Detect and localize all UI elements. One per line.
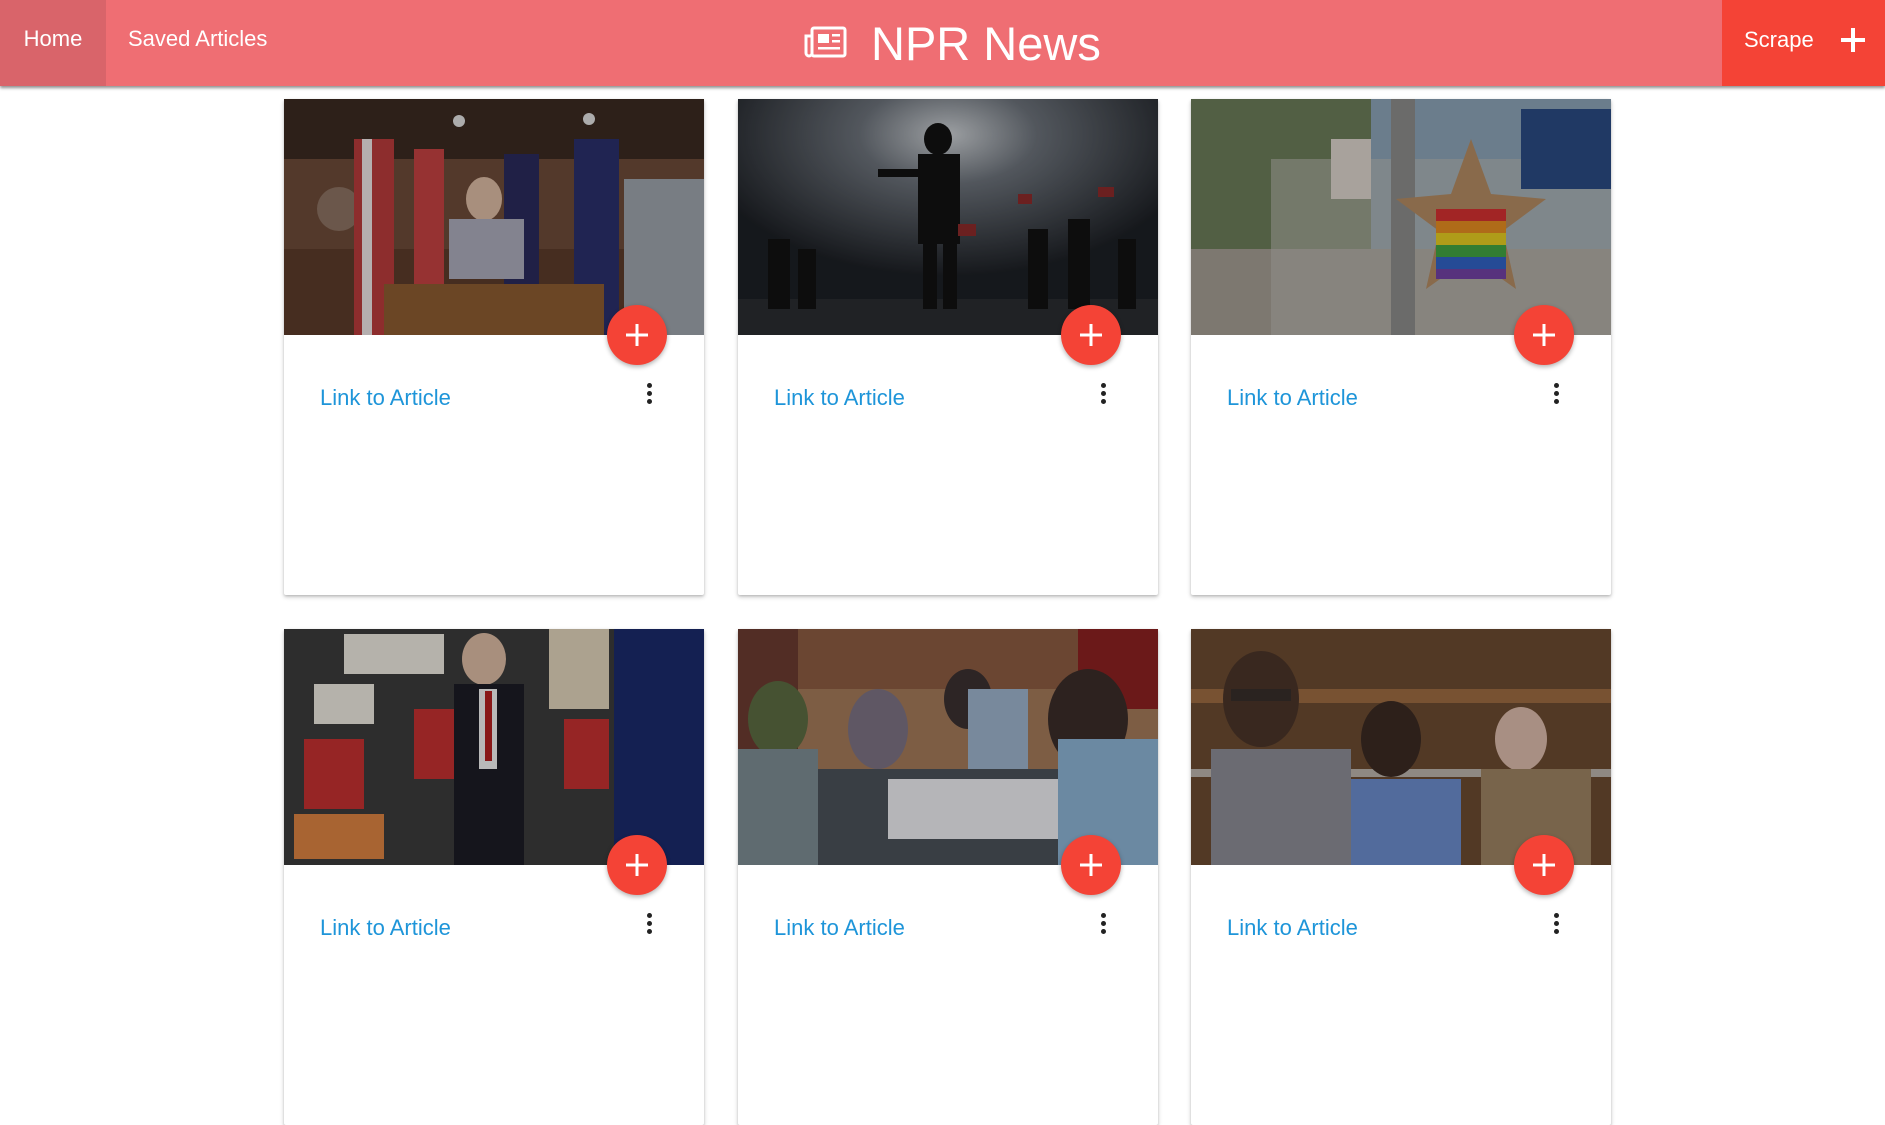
image-shade bbox=[1191, 629, 1611, 865]
newspaper-icon bbox=[804, 26, 847, 58]
article-image bbox=[1191, 99, 1611, 335]
save-article-button[interactable] bbox=[1514, 305, 1574, 365]
card-content: Link to Article bbox=[284, 865, 704, 1125]
more-vert-icon[interactable] bbox=[1551, 383, 1561, 409]
article-image bbox=[738, 629, 1158, 865]
image-shade bbox=[738, 99, 1158, 335]
image-shade bbox=[284, 629, 704, 865]
article-card: Link to Article bbox=[1191, 629, 1611, 1125]
save-article-button[interactable] bbox=[1514, 835, 1574, 895]
plus-icon bbox=[1533, 854, 1555, 876]
article-card: Link to Article bbox=[738, 99, 1158, 595]
more-vert-icon[interactable] bbox=[644, 383, 654, 409]
more-vert-icon[interactable] bbox=[1098, 383, 1108, 409]
card-content: Link to Article bbox=[284, 335, 704, 595]
save-article-button[interactable] bbox=[1061, 835, 1121, 895]
card-content: Link to Article bbox=[1191, 335, 1611, 595]
nav-saved-articles-link[interactable]: Saved Articles bbox=[128, 0, 267, 86]
top-navbar: Home Saved Articles NPR News Scrape bbox=[0, 0, 1885, 86]
card-content: Link to Article bbox=[738, 335, 1158, 595]
save-article-button[interactable] bbox=[607, 305, 667, 365]
plus-icon bbox=[626, 854, 648, 876]
plus-icon bbox=[1080, 324, 1102, 346]
article-image bbox=[1191, 629, 1611, 865]
article-link[interactable]: Link to Article bbox=[1227, 385, 1358, 411]
article-card: Link to Article bbox=[738, 629, 1158, 1125]
article-image bbox=[284, 99, 704, 335]
card-content: Link to Article bbox=[1191, 865, 1611, 1125]
article-image bbox=[738, 99, 1158, 335]
save-article-button[interactable] bbox=[1061, 305, 1121, 365]
more-vert-icon[interactable] bbox=[644, 913, 654, 939]
save-article-button[interactable] bbox=[607, 835, 667, 895]
image-shade bbox=[284, 99, 704, 335]
article-card: Link to Article bbox=[284, 99, 704, 595]
scrape-label: Scrape bbox=[1744, 27, 1814, 52]
article-link[interactable]: Link to Article bbox=[1227, 915, 1358, 941]
brand-title: NPR News bbox=[871, 16, 1101, 70]
article-link[interactable]: Link to Article bbox=[774, 915, 905, 941]
article-card: Link to Article bbox=[1191, 99, 1611, 595]
plus-icon bbox=[1080, 854, 1102, 876]
plus-icon bbox=[1840, 28, 1865, 52]
article-image bbox=[284, 629, 704, 865]
nav-home-link[interactable]: Home bbox=[0, 0, 106, 86]
article-link[interactable]: Link to Article bbox=[774, 385, 905, 411]
image-shade bbox=[738, 629, 1158, 865]
more-vert-icon[interactable] bbox=[1551, 913, 1561, 939]
article-link[interactable]: Link to Article bbox=[320, 385, 451, 411]
card-content: Link to Article bbox=[738, 865, 1158, 1125]
scrape-button[interactable]: Scrape bbox=[1722, 0, 1885, 86]
brand-logo[interactable]: NPR News bbox=[803, 0, 1101, 86]
article-card: Link to Article bbox=[284, 629, 704, 1125]
plus-icon bbox=[626, 324, 648, 346]
image-shade bbox=[1191, 99, 1611, 335]
article-link[interactable]: Link to Article bbox=[320, 915, 451, 941]
more-vert-icon[interactable] bbox=[1098, 913, 1108, 939]
plus-icon bbox=[1533, 324, 1555, 346]
